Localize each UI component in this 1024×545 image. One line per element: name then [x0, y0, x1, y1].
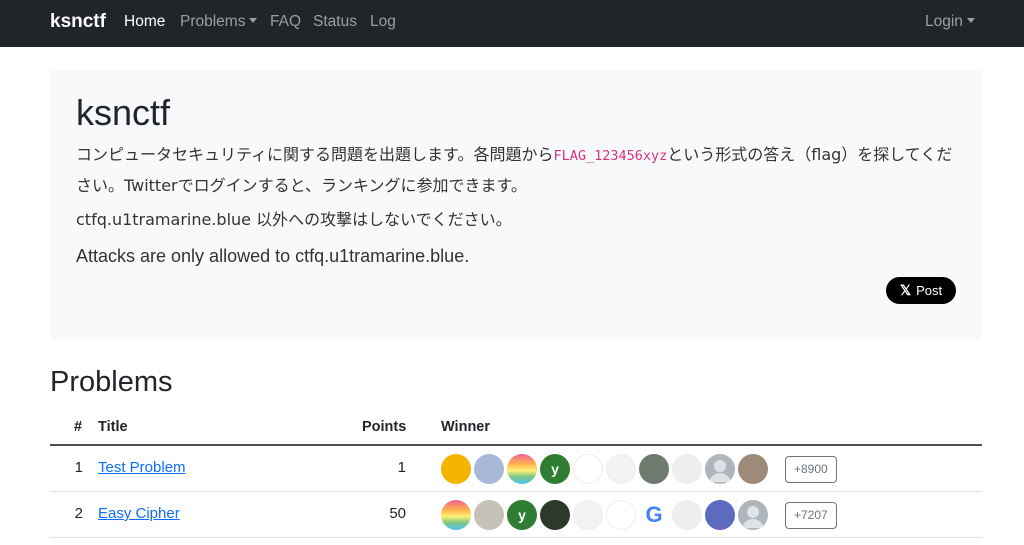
intro-panel: ksnctf コンピュータセキュリティに関する問題を出題します。各問題からFLA…: [50, 70, 982, 340]
nav-status[interactable]: Status: [313, 13, 357, 31]
site-title: ksnctf: [76, 92, 171, 133]
line-art-avatar-icon[interactable]: [672, 500, 702, 530]
problem-title-cell: Test Problem: [98, 459, 186, 476]
letter-avatar-icon[interactable]: y: [540, 454, 570, 484]
rainbow-avatar-icon[interactable]: [507, 454, 537, 484]
default-user-avatar-icon[interactable]: [738, 500, 768, 530]
nav-problems-label: Problems: [180, 13, 246, 30]
attack-warning-ja: ctfq.u1tramarine.blue 以外への攻撃はしないでください。: [76, 210, 512, 229]
x-post-button[interactable]: 𝕏 Post: [886, 277, 956, 304]
problem-link[interactable]: Easy Cipher: [98, 505, 180, 522]
col-number: #: [74, 419, 83, 435]
col-title: Title: [98, 419, 128, 435]
default-user-avatar-icon[interactable]: [705, 454, 735, 484]
post-label: Post: [916, 283, 943, 298]
anime-avatar-icon[interactable]: [474, 454, 504, 484]
problem-title-cell: Easy Cipher: [98, 505, 180, 522]
winner-avatar-letter: y: [518, 507, 526, 523]
sketch-avatar-icon[interactable]: [573, 500, 603, 530]
navbar: ksnctf Home Problems FAQ Status Log Logi…: [0, 0, 1024, 47]
letter-avatar-icon[interactable]: y: [507, 500, 537, 530]
sketch-avatar-icon[interactable]: [606, 454, 636, 484]
intro-text-before: コンピュータセキュリティに関する問題を出題します。各問題から: [76, 145, 554, 164]
problem-number: 2: [74, 505, 83, 522]
bottles-avatar-icon[interactable]: [606, 500, 636, 530]
photo-avatar-icon[interactable]: [639, 454, 669, 484]
table-row: 2 Easy Cipher 50 y G +7207: [50, 492, 982, 538]
winner-list: y +8900: [441, 454, 837, 484]
winner-avatar-letter: y: [551, 461, 559, 477]
brand-link[interactable]: ksnctf: [50, 11, 106, 33]
more-winners-button[interactable]: +7207: [785, 501, 837, 529]
col-winner: Winner: [441, 419, 491, 435]
chick-avatar-icon[interactable]: [441, 454, 471, 484]
problem-link[interactable]: Test Problem: [98, 459, 186, 476]
rainbow-avatar-icon[interactable]: [441, 500, 471, 530]
bottles-avatar-icon[interactable]: [573, 454, 603, 484]
problems-heading: Problems: [50, 366, 173, 398]
table-header: # Title Points Winner: [50, 410, 982, 446]
winner-list: y G +7207: [441, 500, 837, 530]
nav-faq[interactable]: FAQ: [270, 13, 301, 31]
nav-home[interactable]: Home: [124, 13, 165, 31]
winner-avatar-letter: G: [645, 502, 663, 527]
col-points: Points: [362, 419, 407, 435]
login-dropdown[interactable]: Login: [925, 13, 975, 31]
chevron-down-icon: [966, 18, 975, 23]
more-winners-button[interactable]: +8900: [785, 455, 837, 483]
character-avatar-icon[interactable]: [705, 500, 735, 530]
line-art-avatar-icon[interactable]: [672, 454, 702, 484]
problem-points: 1: [397, 459, 406, 476]
problems-table: # Title Points Winner 1 Test Problem 1 y…: [50, 410, 982, 538]
cat-avatar-icon[interactable]: [474, 500, 504, 530]
portrait-avatar-icon[interactable]: [540, 500, 570, 530]
chevron-down-icon: [249, 18, 258, 23]
nav-log[interactable]: Log: [370, 13, 396, 31]
attack-warning-en: Attacks are only allowed to ctfq.u1trama…: [76, 246, 470, 266]
problem-points: 50: [389, 505, 406, 522]
landscape-avatar-icon[interactable]: [738, 454, 768, 484]
google-avatar-icon[interactable]: G: [639, 500, 669, 530]
login-label: Login: [925, 13, 963, 30]
problem-number: 1: [74, 459, 83, 476]
nav-problems-dropdown[interactable]: Problems: [180, 13, 258, 31]
intro-description: コンピュータセキュリティに関する問題を出題します。各問題からFLAG_12345…: [76, 140, 956, 200]
table-row: 1 Test Problem 1 y +8900: [50, 446, 982, 492]
x-logo-icon: 𝕏: [899, 282, 912, 298]
flag-format-example: FLAG_123456xyz: [553, 148, 668, 164]
